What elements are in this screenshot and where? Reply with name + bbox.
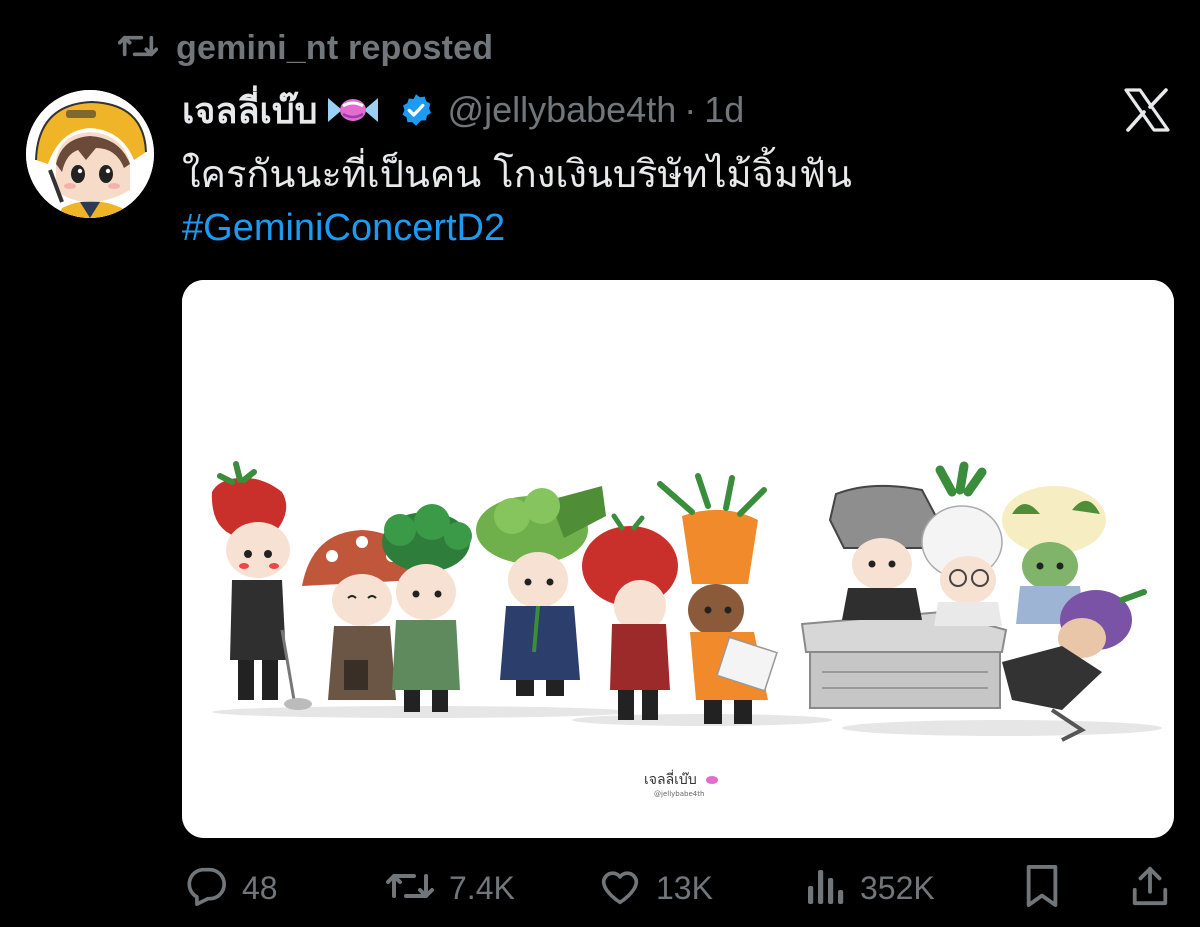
view-count: 352K <box>860 869 935 906</box>
reply-button[interactable]: 48 <box>184 862 278 914</box>
signature-text: เจลลี่เบ๊บ <box>644 770 697 788</box>
repost-icon <box>385 866 435 911</box>
like-count: 13K <box>656 869 713 906</box>
reply-icon <box>184 866 228 911</box>
timestamp[interactable]: 1d <box>704 89 744 131</box>
signature-handle: @jellybabe4th <box>654 790 704 798</box>
views-button[interactable]: 352K <box>806 862 935 914</box>
repost-button[interactable]: 7.4K <box>385 862 515 914</box>
hashtag-link[interactable]: #GeminiConcertD2 <box>182 204 505 252</box>
tweet-header: เจลลี่เบ๊บ @jellybabe4th · 1d <box>182 84 744 136</box>
verified-badge-icon[interactable] <box>398 92 434 128</box>
heart-icon <box>598 866 642 911</box>
like-button[interactable]: 13K <box>598 862 713 914</box>
tweet-media-image[interactable]: เจลลี่เบ๊บ @jellybabe4th <box>182 280 1174 838</box>
repost-label: gemini_nt reposted <box>176 28 494 67</box>
author-name[interactable]: เจลลี่เบ๊บ <box>182 82 318 139</box>
author-handle[interactable]: @jellybabe4th <box>448 89 677 131</box>
repost-indicator[interactable]: gemini_nt reposted <box>117 28 494 68</box>
tweet-text: ใครกันนะที่เป็นคน โกงเงินบริษัทไม้จิ้มฟั… <box>182 152 852 196</box>
bar-chart-icon <box>806 866 846 911</box>
repost-count: 7.4K <box>449 869 515 906</box>
separator: · <box>684 89 697 130</box>
candy-icon <box>324 90 382 130</box>
bookmark-button[interactable] <box>1024 862 1060 914</box>
share-icon <box>1130 865 1170 912</box>
reply-count: 48 <box>242 869 278 906</box>
share-button[interactable] <box>1130 862 1170 914</box>
x-logo-icon[interactable] <box>1124 88 1170 132</box>
repost-icon <box>117 29 159 68</box>
avatar[interactable] <box>26 90 154 218</box>
office-desk <box>800 610 1008 709</box>
bookmark-icon <box>1024 864 1060 912</box>
